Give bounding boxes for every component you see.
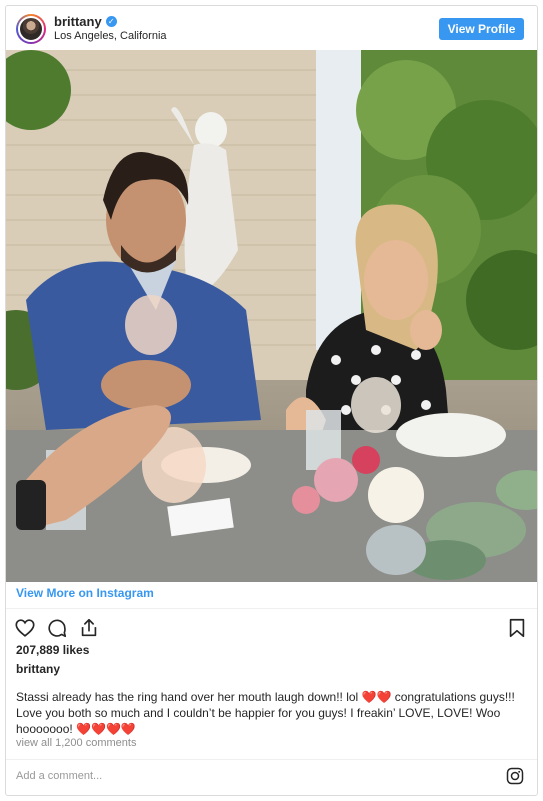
post-photo-illustration [6, 50, 537, 582]
instagram-icon[interactable] [506, 767, 524, 785]
username[interactable]: brittany [54, 14, 102, 29]
avatar[interactable] [16, 14, 46, 44]
location[interactable]: Los Angeles, California [54, 30, 167, 42]
divider [6, 608, 537, 609]
instagram-embed-card: brittany ✓ Los Angeles, California View … [5, 5, 538, 796]
likes-count[interactable]: 207,889 likes [16, 643, 89, 657]
action-bar [14, 617, 100, 639]
heart-icon[interactable] [14, 617, 36, 639]
view-comments-link[interactable]: view all 1,200 comments [16, 737, 136, 749]
caption-text: Stassi already has the ring hand over he… [16, 690, 515, 736]
view-more-link[interactable]: View More on Instagram [16, 586, 154, 600]
view-profile-button[interactable]: View Profile [439, 18, 524, 40]
bookmark-icon[interactable] [506, 617, 528, 639]
white-pillar [316, 50, 361, 350]
post-header: brittany ✓ Los Angeles, California View … [6, 6, 537, 50]
post-photo[interactable] [6, 50, 537, 582]
add-comment-input[interactable]: Add a comment... [16, 770, 102, 782]
comment-icon[interactable] [46, 617, 68, 639]
caption-username[interactable]: brittany [16, 662, 60, 676]
username-row: brittany ✓ [54, 14, 117, 29]
dinner-plate-right [396, 413, 506, 457]
verified-badge-icon: ✓ [105, 16, 117, 27]
share-icon[interactable] [78, 617, 100, 639]
divider [6, 759, 537, 760]
avatar-image [18, 16, 44, 42]
